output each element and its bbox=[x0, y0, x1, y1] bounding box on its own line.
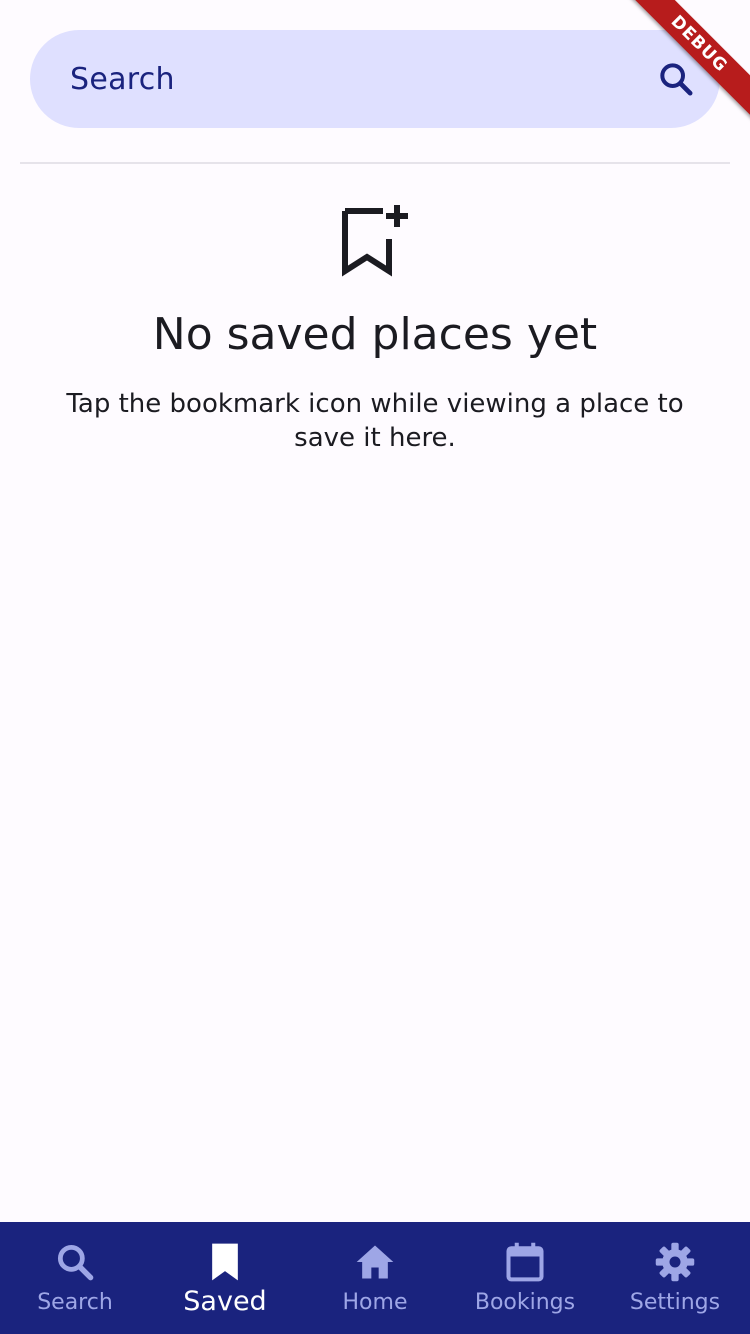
nav-label-settings: Settings bbox=[629, 1290, 721, 1315]
divider bbox=[20, 162, 730, 164]
empty-state: No saved places yet Tap the bookmark ico… bbox=[0, 205, 750, 455]
nav-label-saved: Saved bbox=[183, 1286, 267, 1317]
search-icon bbox=[57, 1244, 94, 1281]
empty-state-description: Tap the bookmark icon while viewing a pl… bbox=[66, 389, 684, 453]
nav-label-bookings: Bookings bbox=[474, 1290, 576, 1315]
bookmark-icon bbox=[212, 1243, 238, 1281]
nav-item-search[interactable]: Search bbox=[0, 1222, 150, 1334]
search-bar[interactable]: Search bbox=[30, 30, 720, 128]
nav-label-search: Search bbox=[37, 1290, 113, 1315]
bookmark-add-icon bbox=[342, 205, 408, 277]
nav-label-home: Home bbox=[342, 1290, 408, 1315]
nav-item-saved[interactable]: Saved bbox=[150, 1222, 300, 1334]
empty-state-title: No saved places yet bbox=[152, 309, 598, 360]
nav-item-home[interactable]: Home bbox=[300, 1222, 450, 1334]
calendar-icon bbox=[506, 1242, 544, 1282]
search-icon[interactable] bbox=[654, 57, 698, 101]
gear-icon bbox=[655, 1242, 695, 1282]
bottom-navigation: Search Saved Home Bookings Settings bbox=[0, 1222, 750, 1334]
search-placeholder: Search bbox=[70, 61, 175, 97]
nav-item-bookings[interactable]: Bookings bbox=[450, 1222, 600, 1334]
nav-item-settings[interactable]: Settings bbox=[600, 1222, 750, 1334]
saved-screen: Search No saved places yet Tap the bookm… bbox=[0, 0, 750, 1334]
home-icon bbox=[356, 1245, 394, 1279]
